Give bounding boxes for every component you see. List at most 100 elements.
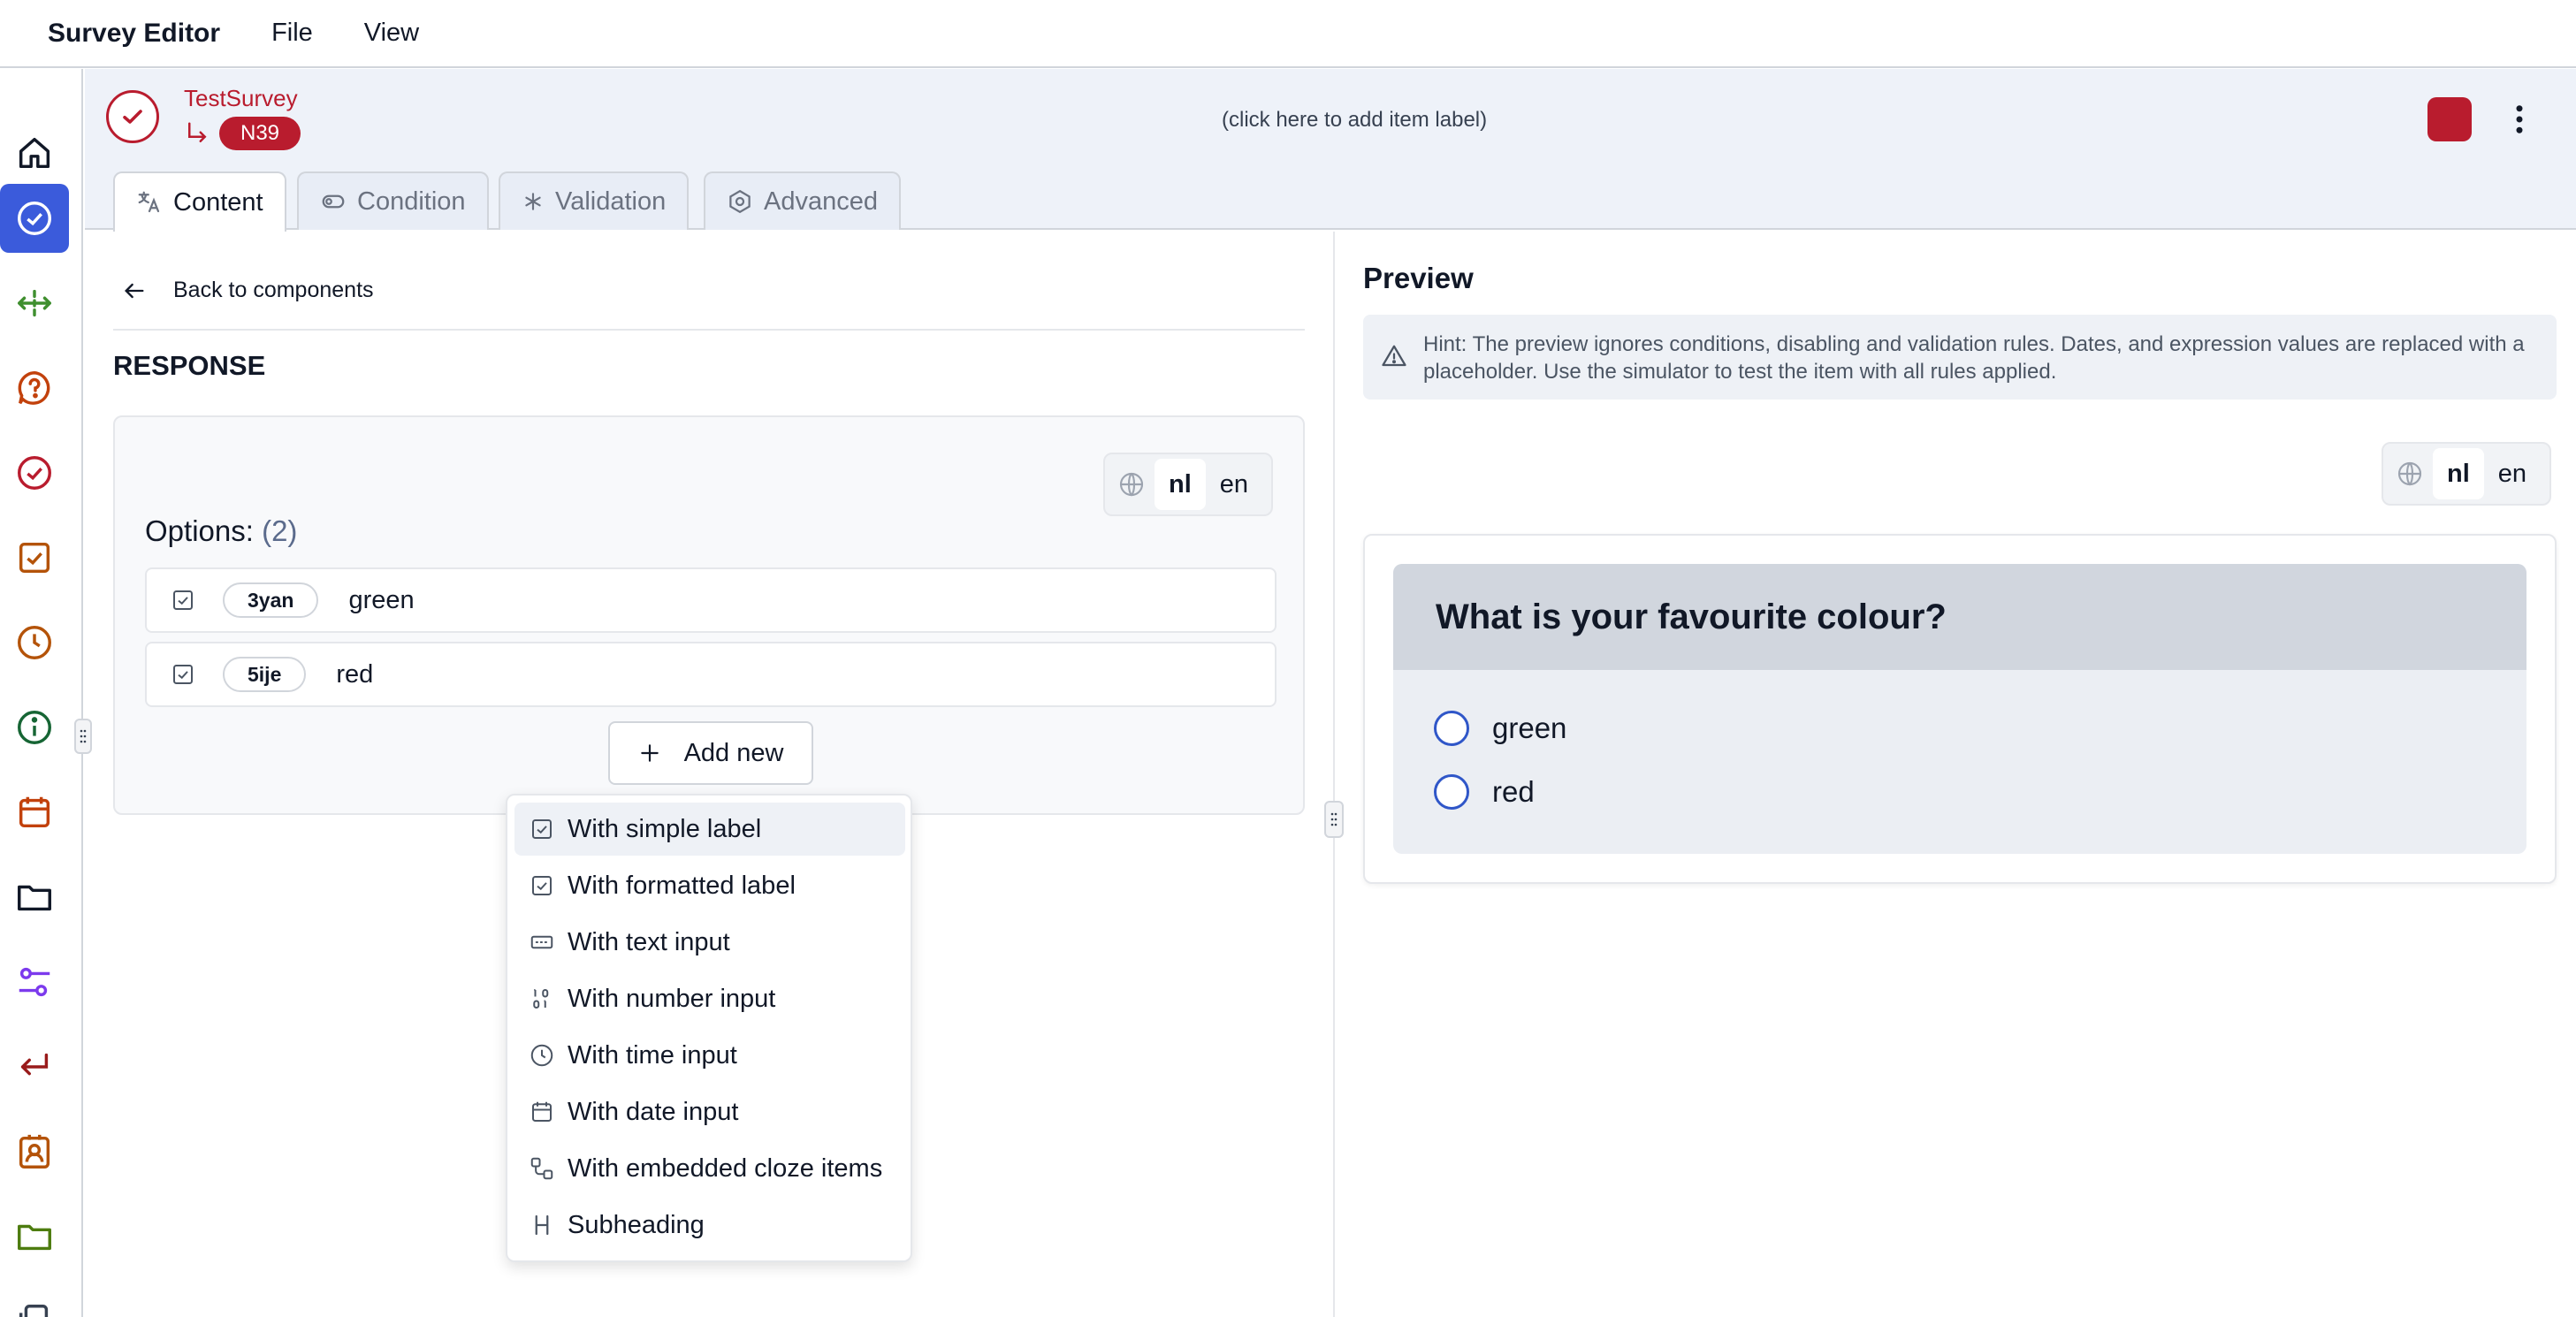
rail-move[interactable]	[0, 269, 69, 338]
radio-button[interactable]	[1434, 774, 1469, 810]
corner-down-right-icon	[188, 122, 207, 142]
item-key-badge[interactable]: N39	[219, 117, 301, 150]
settings-icon	[729, 189, 751, 214]
tab-advanced[interactable]: Advanced	[704, 171, 901, 230]
splitter-handle[interactable]	[1324, 801, 1344, 838]
files-icon	[19, 1305, 49, 1317]
tab-content[interactable]: Content	[113, 171, 286, 232]
rail-home[interactable]	[0, 118, 69, 187]
globe-icon	[2397, 461, 2422, 486]
number-input-icon	[533, 989, 549, 1009]
tab-validation[interactable]: Validation	[499, 171, 690, 230]
language-nl[interactable]: nl	[2433, 448, 2484, 499]
option-label: green	[348, 585, 415, 614]
rail-slider[interactable]	[0, 948, 69, 1016]
options-label: Options:	[145, 514, 254, 547]
calendar-icon	[532, 1101, 552, 1122]
menu-item-subheading[interactable]: Subheading	[514, 1199, 905, 1252]
rail-return[interactable]	[0, 1032, 69, 1101]
back-label: Back to components	[173, 278, 374, 302]
radio-label: red	[1492, 775, 1535, 808]
help-icon	[18, 371, 50, 405]
cloze-icon	[530, 1157, 553, 1180]
menu-item-label: With number input	[568, 984, 776, 1013]
tab-condition[interactable]: Condition	[297, 171, 489, 230]
language-nl[interactable]: nl	[1155, 459, 1206, 510]
clock-icon	[530, 1044, 553, 1067]
back-to-components-link[interactable]: Back to components	[122, 278, 374, 303]
preview-title: Preview	[1363, 262, 1474, 294]
option-row[interactable]: 3yan green	[145, 567, 1277, 633]
menu-item-time-input[interactable]: With time input	[514, 1029, 905, 1082]
question-box: What is your favourite colour? green red	[1393, 564, 2526, 854]
checkbox-icon	[173, 665, 193, 684]
panel-splitter	[1333, 232, 1335, 1317]
menu-item-cloze[interactable]: With embedded cloze items	[514, 1142, 905, 1195]
return-icon	[20, 1053, 49, 1076]
menu-item-label: With simple label	[568, 814, 762, 843]
calendar-icon	[19, 796, 50, 828]
radio-option-red[interactable]: red	[1434, 774, 1535, 810]
preview-language-toggle: nl en	[2382, 442, 2552, 506]
preview-card: What is your favourite colour? green red	[1363, 534, 2557, 884]
survey-name[interactable]: TestSurvey	[184, 85, 298, 112]
rail-files[interactable]	[0, 1287, 69, 1317]
menu-item-text-input[interactable]: With text input	[514, 916, 905, 969]
menu-item-formatted-label[interactable]: With formatted label	[514, 859, 905, 912]
check-circle-icon	[18, 456, 51, 490]
rail-multiple-choice[interactable]	[0, 523, 69, 592]
contact-icon	[19, 1134, 50, 1169]
rail-contact[interactable]	[0, 1117, 69, 1186]
options-heading: Options: (2)	[145, 514, 297, 548]
app-title: Survey Editor	[48, 18, 221, 48]
radio-button[interactable]	[1434, 711, 1469, 746]
editor-language-toggle: nl en	[1103, 453, 1274, 516]
question-title: What is your favourite colour?	[1393, 564, 2526, 670]
rail-time[interactable]	[0, 608, 69, 677]
more-options-button[interactable]	[2512, 101, 2526, 138]
menu-file[interactable]: File	[271, 19, 313, 48]
move-icon	[18, 289, 51, 317]
rail-response[interactable]	[0, 438, 69, 507]
checkbox-icon	[173, 590, 193, 610]
menu-item-label: With text input	[568, 927, 730, 956]
options-card: nl en Options: (2) 3yan green 5ije red A…	[113, 415, 1305, 815]
toggle-icon	[322, 194, 345, 209]
options-count: (2)	[262, 514, 298, 547]
menu-item-date-input[interactable]: With date input	[514, 1085, 905, 1138]
rail-page[interactable]	[0, 1202, 69, 1271]
check-circle-icon	[18, 202, 51, 235]
menu-view[interactable]: View	[364, 19, 419, 48]
rail-group[interactable]	[0, 863, 69, 932]
info-icon	[18, 711, 51, 744]
rail-response-item[interactable]	[0, 184, 69, 253]
rail-resize-handle[interactable]	[74, 719, 92, 754]
tab-label: Advanced	[764, 187, 878, 216]
plus-icon	[640, 744, 659, 762]
tab-label: Validation	[555, 187, 667, 216]
menu-item-simple-label[interactable]: With simple label	[514, 803, 905, 856]
add-new-label: Add new	[683, 738, 784, 767]
heading-icon	[535, 1214, 549, 1236]
add-option-menu: With simple label With formatted label W…	[506, 794, 912, 1262]
option-row[interactable]: 5ije red	[145, 642, 1277, 707]
add-new-button[interactable]: Add new	[608, 721, 813, 785]
radio-option-green[interactable]: green	[1434, 711, 1566, 746]
more-vertical-icon	[2516, 105, 2523, 133]
item-color-picker[interactable]	[2427, 97, 2472, 141]
left-rail	[0, 69, 92, 1317]
menu-item-number-input[interactable]: With number input	[514, 972, 905, 1025]
item-label-placeholder[interactable]: (click here to add item label)	[1222, 108, 1487, 133]
translate-icon	[138, 191, 160, 213]
option-key: 3yan	[223, 582, 319, 618]
check-icon	[123, 110, 142, 124]
rail-info[interactable]	[0, 693, 69, 762]
menu-item-label: With date input	[568, 1097, 739, 1126]
rail-help[interactable]	[0, 354, 69, 423]
language-en[interactable]: en	[2484, 448, 2541, 499]
language-en[interactable]: en	[1206, 459, 1262, 510]
rail-date[interactable]	[0, 778, 69, 847]
item-type-badge	[106, 90, 159, 143]
option-label: red	[336, 659, 374, 689]
tab-label: Condition	[357, 187, 466, 216]
